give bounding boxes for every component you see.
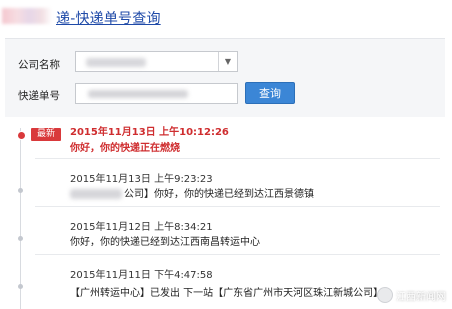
watermark: 江西新闻网 — [377, 287, 446, 303]
divider — [35, 254, 440, 255]
entry-text: 你好，你的快递正在燃烧 — [70, 143, 180, 154]
tracking-number-label: 快递单号 — [18, 90, 60, 102]
entry-text: 【广州转运中心】已发出 下一站【广东省广州市天河区珠江新城公司】 — [70, 288, 384, 299]
timeline-dot-icon — [18, 284, 23, 289]
timeline-dot-icon — [18, 236, 23, 241]
entry-text: 公司】你好，你的快递已经到达江西景德镇 — [124, 189, 314, 200]
tracking-timeline: 最新 2015年11月13日 上午10:12:26 你好，你的快递正在燃烧 20… — [0, 118, 452, 309]
company-select[interactable]: ▼ — [75, 51, 238, 72]
query-button[interactable]: 查询 — [245, 82, 295, 104]
tracking-number-input[interactable] — [75, 83, 238, 104]
page-title[interactable]: 递-快递单号查询 — [56, 8, 161, 28]
entry-time: 2015年11月11日 下午4:47:58 — [70, 270, 213, 281]
query-form: 公司名称 ▼ 快递单号 查询 — [5, 38, 445, 117]
entry-time: 2015年11月12日 上午8:34:21 — [70, 222, 213, 233]
entry-time: 2015年11月13日 上午9:23:23 — [70, 174, 213, 185]
latest-dot-icon — [17, 131, 26, 140]
company-label: 公司名称 — [18, 59, 60, 71]
timeline-dot-icon — [18, 188, 23, 193]
header: 递-快递单号查询 — [0, 0, 452, 30]
weibo-icon — [377, 287, 393, 303]
entry-text-row: 公司】你好，你的快递已经到达江西景德镇 — [70, 185, 314, 200]
redacted-company — [70, 189, 122, 199]
logo — [2, 8, 52, 24]
tracking-number-value — [88, 90, 188, 98]
chevron-down-icon[interactable]: ▼ — [218, 52, 237, 71]
latest-badge: 最新 — [31, 128, 61, 141]
entry-time: 2015年11月13日 上午10:12:26 — [70, 127, 229, 138]
entry-text: 你好，你的快递已经到达江西南昌转运中心 — [70, 237, 260, 248]
divider — [35, 158, 440, 159]
divider — [35, 206, 440, 207]
watermark-text: 江西新闻网 — [396, 291, 446, 303]
timeline-line — [20, 128, 21, 309]
company-select-value — [86, 58, 146, 67]
